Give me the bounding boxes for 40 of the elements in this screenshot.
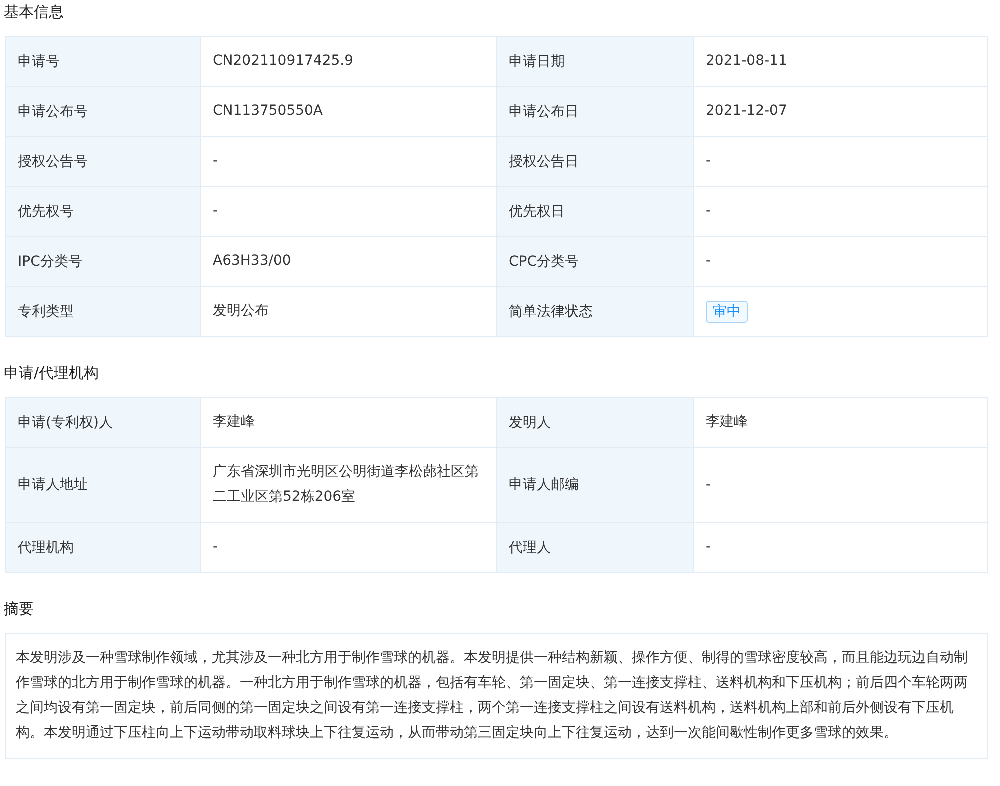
field-value: 发明公布 — [213, 302, 269, 321]
field-label: 申请人邮编 — [497, 448, 694, 522]
field-label: 授权公告号 — [6, 137, 201, 186]
field-label: IPC分类号 — [6, 237, 201, 286]
field-label: 优先权日 — [497, 187, 694, 236]
field-label: 代理人 — [497, 523, 694, 572]
field-label: CPC分类号 — [497, 237, 694, 286]
field-label: 申请公布日 — [497, 87, 694, 136]
field-label: 申请公布号 — [6, 87, 201, 136]
field-label: 优先权号 — [6, 187, 201, 236]
status-tag: 审中 — [706, 300, 748, 322]
field-value: 2021-12-07 — [706, 102, 788, 121]
field-label: 授权公告日 — [497, 137, 694, 186]
field-value: CN202110917425.9 — [213, 52, 354, 71]
field-label: 申请日期 — [497, 37, 694, 86]
field-value: CN113750550A — [213, 102, 323, 121]
field-value: - — [706, 476, 712, 494]
field-value: - — [213, 538, 218, 557]
field-value: A63H33/00 — [213, 252, 292, 271]
field-value: - — [706, 538, 712, 557]
field-label: 申请(专利权)人 — [6, 398, 201, 447]
field-label: 申请人地址 — [6, 448, 201, 522]
section-title: 摘要 — [4, 599, 35, 620]
field-value: - — [213, 202, 218, 221]
field-label: 申请号 — [6, 37, 201, 86]
field-value: - — [706, 152, 712, 171]
section-title: 申请/代理机构 — [4, 363, 100, 384]
section-title: 基本信息 — [4, 2, 65, 23]
field-value: - — [706, 202, 712, 221]
field-value: 2021-08-11 — [706, 52, 788, 71]
field-label: 专利类型 — [6, 287, 201, 336]
field-label: 简单法律状态 — [497, 287, 694, 336]
field-value: - — [213, 152, 218, 171]
field-label: 发明人 — [497, 398, 694, 447]
field-value: 广东省深圳市光明区公明街道李松蓢社区第二工业区第52栋206室 — [213, 463, 480, 507]
abstract-text: 本发明涉及一种雪球制作领域，尤其涉及一种北方用于制作雪球的机器。本发明提供一种结构新颖、操作方便、制得的雪球密度较高，而且能边玩边自动制作雪球的北方用于制作雪球的机器。一种北方用于制作雪球的机器，包括有车轮、第一固定块、第一连接支撑柱、送料机构和下压机构；前后四个车轮两两之间均设有第一固定块，前后同侧的第一固定块之间设有第一连接支撑柱，两个第一连接支撑柱之间设有送料机构，送料机构上部和前后外侧设有下压机构。本发明通过下压柱向上下运动带动取料球块上下往复运动，从而带动第三固定块向上下往复运动，达到一次能间歇性制作更多雪球的效果。 — [5, 633, 988, 759]
field-value: - — [706, 252, 712, 271]
field-label: 代理机构 — [6, 523, 201, 572]
field-value: 李建峰 — [706, 413, 748, 432]
field-value: 李建峰 — [213, 413, 255, 432]
